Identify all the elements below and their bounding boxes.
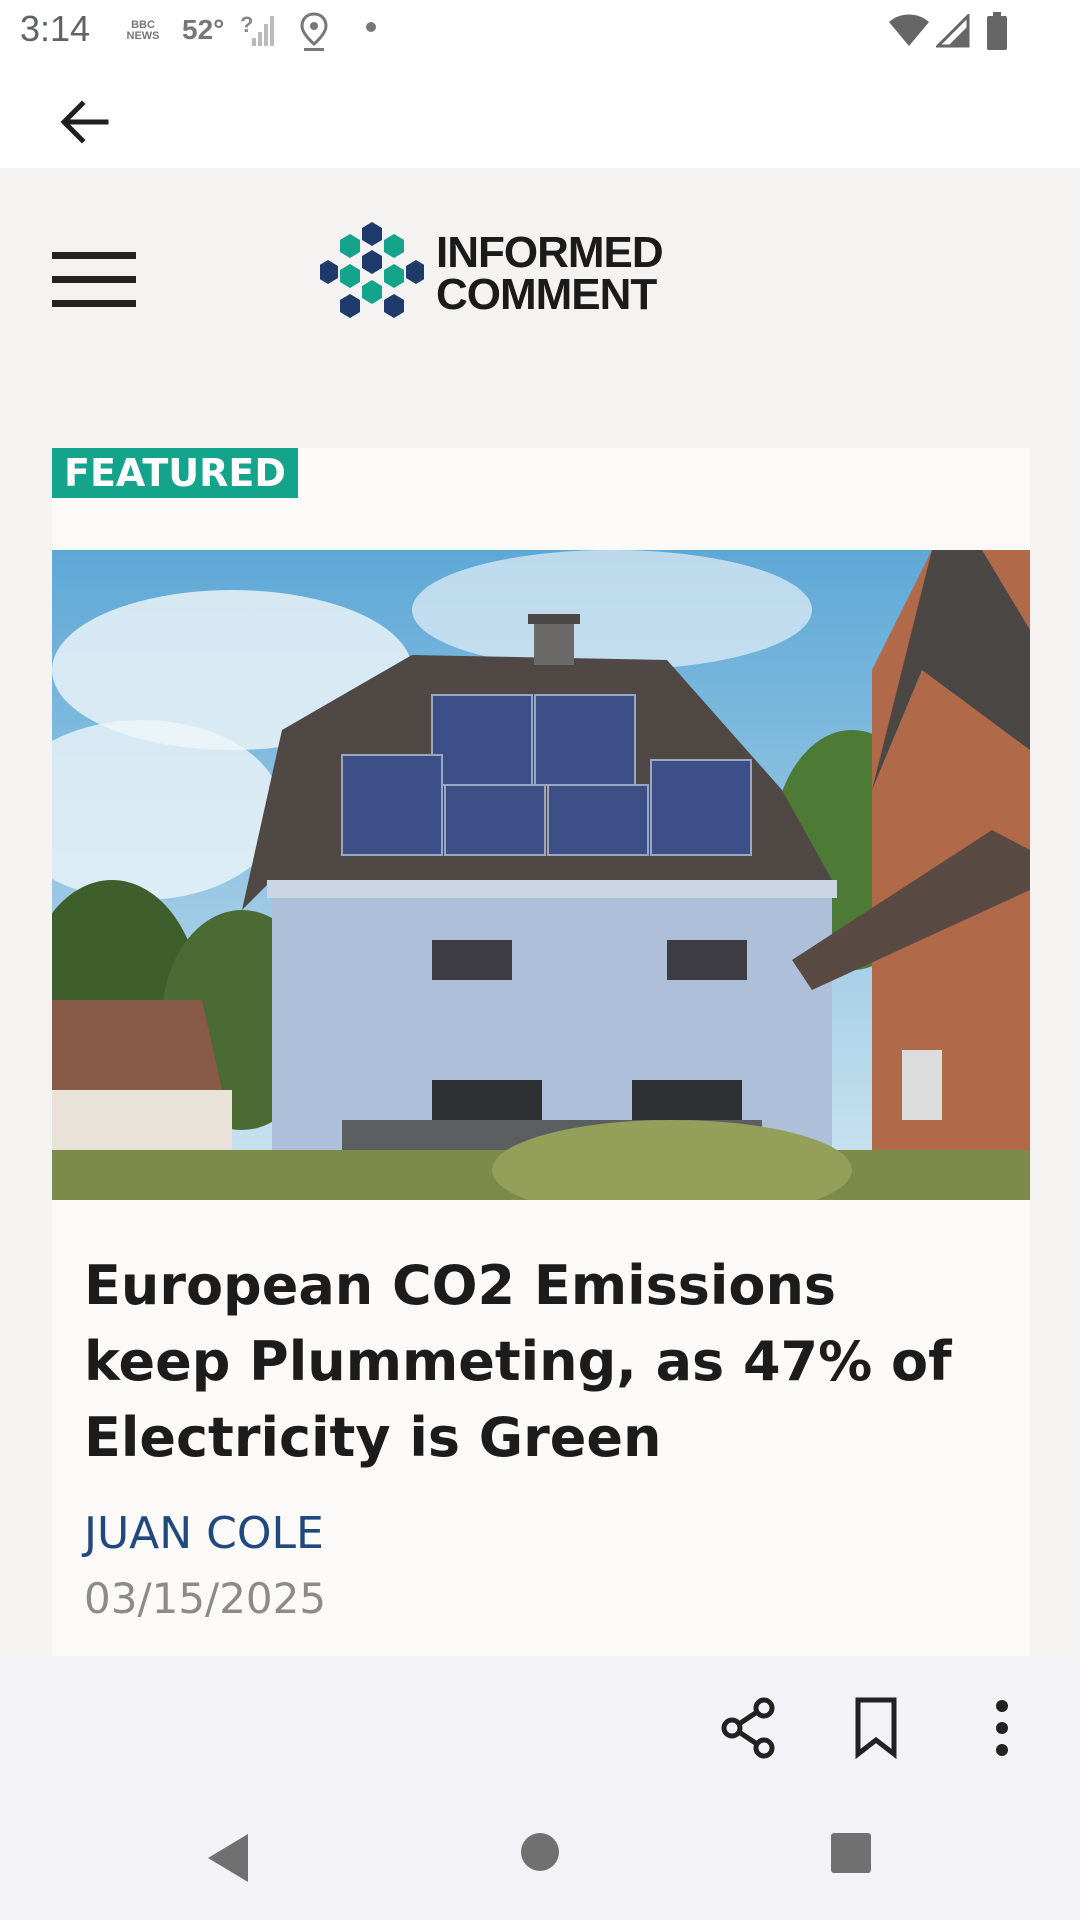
bbc-news-icon: BBC NEWS <box>126 19 160 42</box>
status-temperature: 52° <box>182 14 225 45</box>
battery-icon <box>987 12 1007 50</box>
house-with-solar-panels-photo[interactable] <box>52 550 1030 1200</box>
notification-dot-icon <box>366 22 376 32</box>
nav-recents-icon[interactable] <box>830 1832 872 1874</box>
wifi-icon <box>889 14 929 46</box>
bookmark-icon[interactable] <box>844 1696 908 1760</box>
site-logo[interactable]: INFORMED COMMENT <box>320 218 680 318</box>
more-vert-icon[interactable] <box>970 1696 1034 1760</box>
no-signal-icon: ? <box>240 12 274 46</box>
logo-line-2: COMMENT <box>436 270 657 319</box>
cell-signal-icon <box>936 14 970 48</box>
logo-line-1: INFORMED <box>436 228 664 277</box>
system-nav-bar <box>0 1796 1080 1920</box>
bottom-toolbar <box>0 1656 1080 1796</box>
status-time: 3:14 <box>20 8 91 49</box>
featured-article-card[interactable]: FEATURED European CO2 Emissions keep Plu… <box>52 448 1030 1656</box>
svg-text:?: ? <box>240 12 253 37</box>
featured-badge: FEATURED <box>52 448 298 498</box>
article-date: 03/15/2025 <box>84 1574 327 1623</box>
hamburger-menu-icon[interactable] <box>52 252 136 310</box>
share-icon[interactable] <box>718 1696 782 1760</box>
logo-text: INFORMED COMMENT <box>436 228 664 319</box>
web-content: INFORMED COMMENT FEATURED European CO2 E… <box>0 168 1080 1656</box>
app-bar <box>0 64 1080 168</box>
nav-back-icon[interactable] <box>204 1832 252 1884</box>
logo-mark-icon <box>320 222 424 318</box>
status-bar: 3:14 BBC NEWS 52° ? <box>0 0 1080 64</box>
arrow-back-icon[interactable] <box>52 90 116 154</box>
article-headline[interactable]: European CO2 Emissions keep Plummeting, … <box>84 1248 984 1476</box>
nav-home-icon[interactable] <box>520 1832 560 1872</box>
article-author[interactable]: JUAN COLE <box>84 1508 324 1559</box>
location-icon <box>300 12 328 51</box>
